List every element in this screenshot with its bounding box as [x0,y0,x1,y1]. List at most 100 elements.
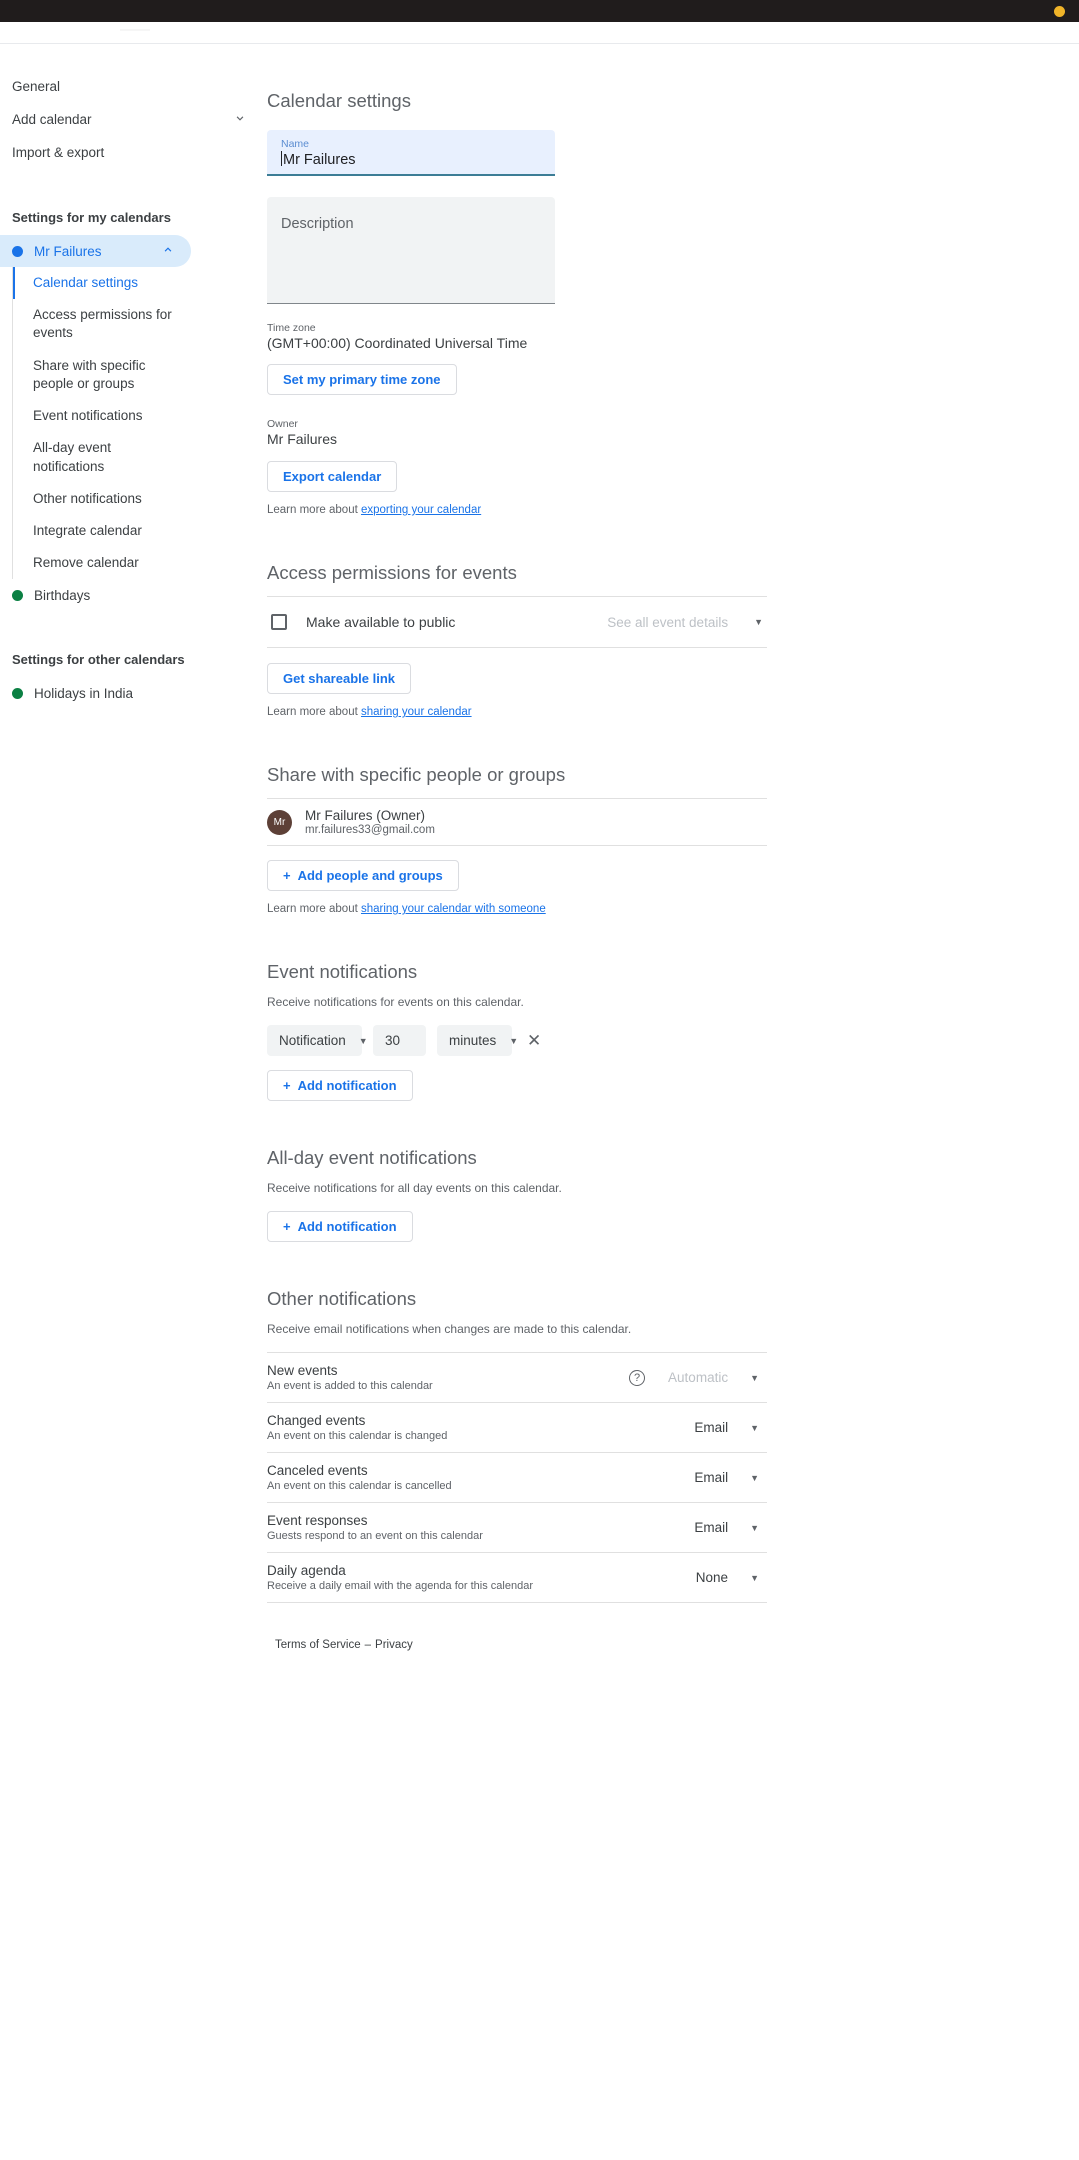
notification-unit-select[interactable]: minutes ▼ [437,1025,518,1056]
sidebar-item-general[interactable]: General [0,70,263,103]
daily-agenda-value: None [695,1570,729,1585]
sidebar-item-other-notifications[interactable]: Other notifications [13,483,191,515]
section-other-notifications: Other notifications Receive email notifi… [263,1288,1079,1603]
sidebar-item-allday-notifications[interactable]: All-day event notifications [13,432,191,482]
browser-toolbar-strip [0,22,1079,44]
section-title-allday-notifications: All-day event notifications [267,1147,477,1168]
allday-notifications-description: Receive notifications for all day events… [267,1181,562,1195]
notification-type-value: Notification [279,1033,346,1048]
add-people-and-groups-button[interactable]: + Add people and groups [267,860,459,891]
chevron-down-icon: ▼ [750,1522,759,1533]
export-learn-more: Learn more about exporting your calendar [267,504,1079,516]
learn-more-prefix: Learn more about [267,504,361,516]
avatar: Mr [267,809,292,835]
new-events-value: Automatic [668,1370,729,1385]
sidebar-item-event-notifications[interactable]: Event notifications [13,400,191,432]
footer-separator: – [364,1639,372,1651]
sidebar-calendar-label: Birthdays [34,587,91,603]
sidebar-item-calendar-settings[interactable]: Calendar settings [13,267,191,299]
section-title-other-notifications: Other notifications [267,1288,417,1309]
sidebar-item-add-calendar[interactable]: Add calendar [0,103,263,136]
calendar-name-field[interactable]: Name Mr Failures [267,130,555,176]
canceled-events-value: Email [694,1470,729,1485]
row-title: Daily agenda [267,1563,346,1578]
sidebar-calendar-birthdays[interactable]: Birthdays [0,579,191,611]
event-notification-row: Notification ▼ 30 minutes ▼ ✕ [267,1025,1079,1056]
sidebar-item-share-people[interactable]: Share with specific people or groups [13,350,191,400]
calendar-name-label: Name [281,138,310,150]
timezone-label: Time zone [267,322,316,334]
owner-label: Owner [267,418,298,430]
daily-agenda-select[interactable]: None ▼ [686,1565,767,1590]
add-allday-notification-button[interactable]: + Add notification [267,1211,413,1242]
other-notification-row: New events An event is added to this cal… [267,1353,767,1403]
sidebar-calendar-mr-failures[interactable]: Mr Failures [0,235,191,267]
export-calendar-button[interactable]: Export calendar [267,461,398,492]
chevron-down-icon: ▼ [750,1572,759,1583]
section-access-permissions: Access permissions for events Make avail… [263,562,1079,718]
settings-app: General Add calendar Import & export Set… [0,44,1079,1667]
canceled-events-select[interactable]: Email ▼ [684,1465,767,1490]
chevron-up-icon[interactable] [161,243,175,260]
other-notifications-description: Receive email notifications when changes… [267,1322,632,1336]
plus-icon: + [283,1219,291,1234]
sidebar-item-label: General [12,79,61,94]
event-notifications-description: Receive notifications for events on this… [267,995,524,1009]
sidebar-item-access-permissions[interactable]: Access permissions for events [13,299,191,349]
sharing-your-calendar-link[interactable]: sharing your calendar [361,706,472,718]
sidebar-heading-other-calendars: Settings for other calendars [12,651,185,667]
person-info: Mr Failures (Owner) mr.failures33@gmail.… [305,808,435,836]
sidebar-calendar-holidays-in-india[interactable]: Holidays in India [0,677,191,709]
privacy-link[interactable]: Privacy [375,1639,413,1651]
calendar-name-value: Mr Failures [283,152,356,168]
share-learn-more: Learn more about sharing your calendar w… [267,903,1079,915]
add-notification-button[interactable]: + Add notification [267,1070,413,1101]
sidebar-subnav: Calendar settings Access permissions for… [12,267,263,580]
exporting-your-calendar-link[interactable]: exporting your calendar [361,504,481,516]
sharing-with-someone-link[interactable]: sharing your calendar with someone [361,903,546,915]
row-title: Event responses [267,1513,368,1528]
person-name: Mr Failures (Owner) [305,808,426,823]
section-share-people: Share with specific people or groups Mr … [263,764,1079,915]
get-shareable-link-button[interactable]: Get shareable link [267,663,411,694]
event-visibility-select[interactable]: See all event details ▼ [607,615,767,630]
sidebar-calendar-label: Holidays in India [34,685,134,701]
sidebar-heading-my-calendars: Settings for my calendars [12,209,171,225]
page-footer: Terms of Service – Privacy [263,1629,1079,1667]
make-public-checkbox[interactable] [271,614,287,630]
learn-more-prefix: Learn more about [267,903,361,915]
changed-events-select[interactable]: Email ▼ [684,1415,767,1440]
sidebar-item-import-export[interactable]: Import & export [0,136,263,169]
section-title-event-notifications: Event notifications [267,961,418,982]
sidebar-item-label: Import & export [12,145,105,160]
row-controls: None ▼ [686,1565,767,1590]
row-text: Canceled events An event on this calenda… [267,1463,452,1492]
set-primary-timezone-button[interactable]: Set my primary time zone [267,364,457,395]
shared-person-row[interactable]: Mr Mr Failures (Owner) mr.failures33@gma… [267,799,767,846]
sidebar-item-integrate-calendar[interactable]: Integrate calendar [13,515,191,547]
sidebar-item-remove-calendar[interactable]: Remove calendar [13,547,191,579]
help-icon[interactable]: ? [629,1369,646,1386]
notification-amount-input[interactable]: 30 [373,1025,426,1056]
chevron-down-icon [233,111,247,128]
changed-events-value: Email [694,1420,729,1435]
notification-type-select[interactable]: Notification ▼ [267,1025,368,1056]
row-text: Changed events An event on this calendar… [267,1413,447,1442]
event-responses-select[interactable]: Email ▼ [684,1515,767,1540]
calendar-description-field[interactable]: Description [267,197,555,304]
make-public-row: Make available to public See all event d… [267,597,767,648]
row-controls: Email ▼ [684,1465,767,1490]
terms-of-service-link[interactable]: Terms of Service [275,1639,361,1651]
calendar-name-value-wrap: Mr Failures [281,151,541,168]
row-subtitle: An event on this calendar is cancelled [267,1480,452,1492]
section-title-share-people: Share with specific people or groups [267,764,566,785]
new-events-select[interactable]: Automatic ▼ [658,1365,767,1390]
row-text: Daily agenda Receive a daily email with … [267,1563,533,1592]
browser-titlebar [0,0,1079,22]
other-notification-row: Canceled events An event on this calenda… [267,1453,767,1503]
remove-notification-icon[interactable]: ✕ [527,1031,541,1051]
other-notification-row: Changed events An event on this calendar… [267,1403,767,1453]
other-notification-row: Daily agenda Receive a daily email with … [267,1553,767,1603]
section-calendar-settings: Calendar settings Name Mr Failures Descr… [263,90,1079,516]
add-allday-notification-label: Add notification [297,1219,397,1234]
